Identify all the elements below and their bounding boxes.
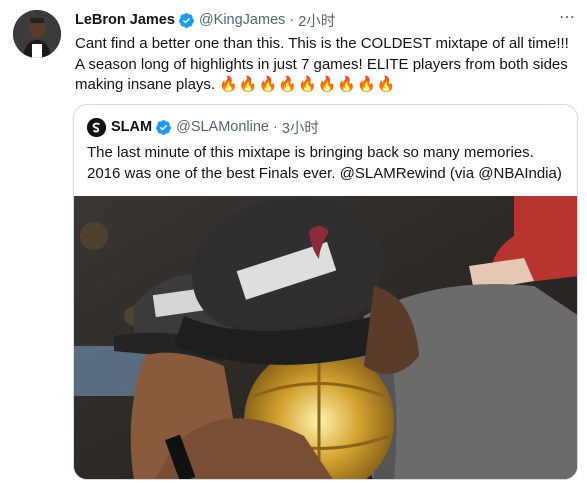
video-thumbnail[interactable] <box>74 196 577 479</box>
verified-badge-icon <box>178 12 195 29</box>
tweet-text: Cant find a better one than this. This i… <box>75 34 575 96</box>
tweet-header: LeBron James @KingJames · 2小时 <box>75 10 335 30</box>
author-handle[interactable]: @KingJames <box>199 12 285 28</box>
quoted-tweet-header: SLAM @SLAMonline · 3小时 <box>87 117 319 137</box>
verified-badge-icon <box>155 119 172 136</box>
header-separator: · <box>289 12 295 28</box>
fire-emoji-row: 🔥🔥🔥🔥🔥🔥🔥🔥🔥 <box>219 76 397 93</box>
quoted-header-separator: · <box>273 119 278 135</box>
more-options-button[interactable]: ⋯ <box>556 8 578 28</box>
author-name[interactable]: LeBron James <box>75 12 175 28</box>
more-horizontal-icon: ⋯ <box>559 9 575 26</box>
tweet-card[interactable]: LeBron James @KingJames · 2小时 ⋯ Cant fin… <box>0 0 587 483</box>
quoted-timestamp[interactable]: 3小时 <box>282 117 319 138</box>
quoted-tweet[interactable]: SLAM @SLAMonline · 3小时 The last minute o… <box>73 104 578 480</box>
author-avatar[interactable] <box>13 10 61 58</box>
tweet-timestamp[interactable]: 2小时 <box>298 10 335 31</box>
quoted-tweet-text: The last minute of this mixtape is bring… <box>87 144 562 182</box>
quoted-author-handle[interactable]: @SLAMonline <box>176 119 269 135</box>
quoted-author-name[interactable]: SLAM <box>111 119 152 135</box>
quoted-author-avatar[interactable] <box>87 117 106 137</box>
